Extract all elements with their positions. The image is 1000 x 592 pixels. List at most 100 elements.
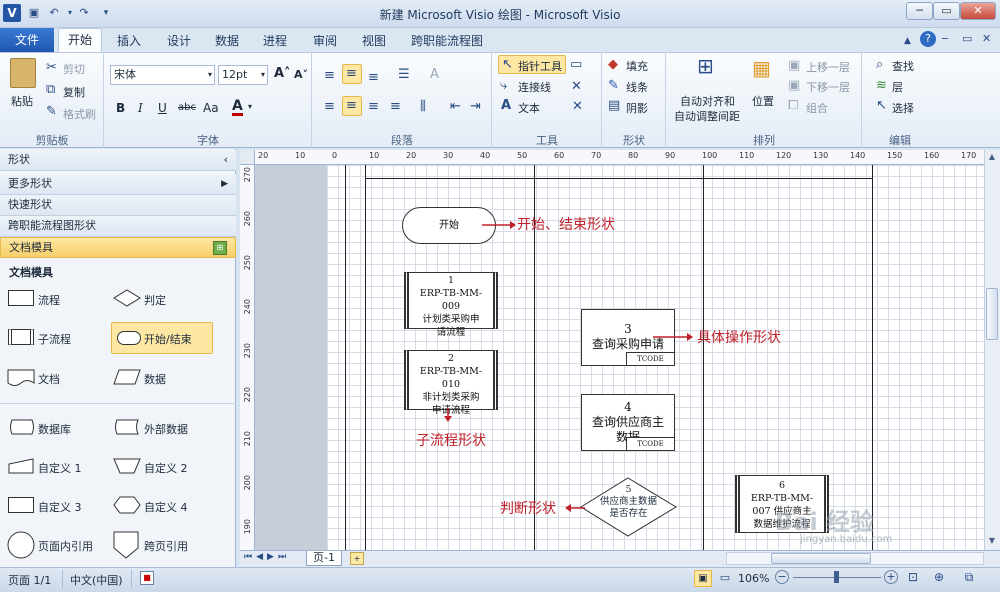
status-page-count[interactable]: 页面 1/1 [8, 572, 51, 588]
macro-record-icon[interactable]: ■ [140, 571, 154, 585]
page-navigation-icons[interactable]: ⏮◀▶⏭ [244, 552, 290, 562]
horizontal-scrollbar-thumb[interactable] [771, 553, 871, 564]
line-button[interactable]: 线条 [626, 79, 648, 95]
tab-home[interactable]: 开始 [58, 28, 102, 53]
send-backward-icon[interactable]: ▣ [788, 78, 800, 94]
tab-review[interactable]: 审阅 [313, 32, 337, 49]
bold-button[interactable]: B [116, 101, 125, 115]
switch-windows-icon[interactable]: ⧉ [961, 570, 977, 586]
document-shape-icon[interactable] [7, 368, 35, 388]
document-stencil-item[interactable]: 文档模具 ⊞ [0, 237, 236, 258]
insert-page-icon[interactable]: + [350, 552, 364, 565]
vertical-ruler[interactable]: 270 260 250 240 230 220 210 200 190 [240, 165, 255, 550]
align-center-button[interactable]: ≡ [342, 96, 362, 116]
stencil-custom4[interactable]: 自定义 4 [144, 499, 188, 515]
external-data-shape-icon[interactable] [112, 418, 140, 436]
stencil-custom3[interactable]: 自定义 3 [38, 499, 82, 515]
format-painter-icon[interactable]: ✎ [46, 104, 57, 120]
connector-button[interactable]: 连接线 [518, 79, 551, 95]
cut-button[interactable]: 剪切 [63, 61, 85, 77]
collapse-panel-icon[interactable]: ‹ [224, 150, 228, 170]
connector-icon[interactable]: ⤷ [500, 78, 507, 94]
close-button[interactable]: ✕ [960, 2, 996, 20]
stencil-off-page-ref[interactable]: 跨页引用 [144, 538, 188, 554]
font-size-combo[interactable]: 12pt ▾ [218, 65, 268, 85]
scroll-up-icon[interactable]: ▲ [986, 152, 998, 164]
status-language[interactable]: 中文(中国) [70, 572, 123, 588]
auto-align-icon[interactable]: ⊞ [697, 56, 714, 76]
tab-insert[interactable]: 插入 [117, 32, 141, 49]
bring-forward-button[interactable]: 上移一层 [806, 59, 850, 75]
fit-page-icon[interactable]: ⊡ [905, 570, 921, 586]
stencil-save-icon[interactable]: ⊞ [213, 241, 227, 255]
custom4-shape-icon[interactable] [112, 495, 142, 515]
text-direction-icon[interactable]: ⫼ [420, 99, 426, 115]
page-tab-1[interactable]: 页-1 [306, 551, 342, 566]
scrollbar-thumb[interactable] [986, 288, 998, 340]
minimize-ribbon-icon[interactable]: ▲ [904, 33, 911, 49]
quick-shapes-item[interactable]: 快速形状 [0, 195, 236, 216]
decrease-indent-icon[interactable]: ⇤ [450, 99, 461, 115]
subprocess-shape-1[interactable]: 1 ERP-TB-MM- 009 计划类采购申 请流程 [404, 272, 498, 338]
align-bottom-icon[interactable]: ≡ [368, 70, 379, 86]
stencil-data[interactable]: 数据 [144, 371, 166, 387]
off-page-reference-icon[interactable] [112, 530, 140, 560]
copy-button[interactable]: 复制 [63, 84, 85, 100]
increase-indent-icon[interactable]: ⇥ [470, 99, 481, 115]
font-name-combo[interactable]: 宋体 ▾ [110, 65, 215, 85]
send-backward-button[interactable]: 下移一层 [806, 79, 850, 95]
tab-file[interactable]: 文件 [0, 28, 54, 52]
doc-close-icon[interactable]: ✕ [982, 31, 991, 47]
zoom-in-icon[interactable]: + [884, 570, 898, 584]
align-top-icon[interactable]: ≡ [324, 68, 335, 84]
copy-icon[interactable]: ⧉ [46, 82, 55, 98]
strikethrough-button[interactable]: abc [178, 102, 196, 113]
position-button[interactable]: 位置 [752, 93, 774, 109]
on-page-reference-icon[interactable] [6, 530, 36, 560]
shrink-font-icon[interactable]: A˅ [294, 68, 308, 81]
align-left-icon[interactable]: ≡ [324, 99, 335, 115]
pan-zoom-icon[interactable]: ⊕ [931, 570, 947, 586]
scroll-down-icon[interactable]: ▼ [986, 536, 998, 548]
normal-view-icon[interactable]: ▣ [694, 570, 712, 587]
custom2-shape-icon[interactable] [112, 457, 142, 475]
group-icon[interactable]: ⧠ [788, 98, 798, 114]
tab-process[interactable]: 进程 [263, 32, 287, 49]
fill-icon[interactable]: ◆ [608, 57, 618, 73]
more-shapes-item[interactable]: 更多形状 ▶ [0, 174, 236, 195]
tab-cross-functional[interactable]: 跨职能流程图 [411, 32, 483, 49]
shadow-icon[interactable]: ▤ [608, 98, 620, 114]
stencil-custom2[interactable]: 自定义 2 [144, 460, 188, 476]
stencil-external-data[interactable]: 外部数据 [144, 421, 188, 437]
select-icon[interactable]: ↖ [876, 98, 887, 114]
cross-functional-shapes-item[interactable]: 跨职能流程图形状 [0, 216, 236, 237]
bring-forward-icon[interactable]: ▣ [788, 58, 800, 74]
font-color-icon[interactable]: A [232, 99, 243, 116]
bullets-icon[interactable]: ☰ [398, 67, 410, 83]
italic-button[interactable]: I [138, 101, 143, 115]
font-color-dropdown-icon[interactable]: ▾ [248, 102, 252, 111]
subprocess-shape-2[interactable]: 2 ERP-TB-MM- 010 非计划类采购 申请流程 [404, 350, 498, 416]
zoom-level[interactable]: 106% [738, 572, 769, 585]
process-shape-4[interactable]: 4查询供应商主数据 TCODE [581, 394, 675, 451]
find-button[interactable]: 查找 [892, 58, 914, 74]
rectangle-tool-icon[interactable]: ▭ [570, 57, 582, 73]
line-icon[interactable]: ✎ [608, 78, 619, 94]
text-tool-button[interactable]: 文本 [518, 100, 540, 116]
justify-icon[interactable]: ≡ [390, 99, 401, 115]
text-tool-icon[interactable]: A [501, 98, 511, 114]
select-button[interactable]: 选择 [892, 100, 914, 116]
find-icon[interactable]: ⌕ [876, 57, 883, 73]
position-icon[interactable]: ▦ [752, 58, 771, 78]
tab-data[interactable]: 数据 [215, 32, 239, 49]
underline-button[interactable]: U [158, 101, 167, 115]
database-shape-icon[interactable] [7, 418, 35, 436]
stencil-subprocess[interactable]: 子流程 [38, 331, 71, 347]
maximize-button[interactable]: ▭ [933, 2, 960, 20]
zoom-out-icon[interactable]: − [775, 570, 789, 584]
align-right-icon[interactable]: ≡ [368, 99, 379, 115]
stencil-database[interactable]: 数据库 [38, 421, 71, 437]
layer-button[interactable]: 层 [892, 79, 903, 95]
tab-view[interactable]: 视图 [362, 32, 386, 49]
paste-button[interactable]: 粘贴 [11, 93, 33, 109]
